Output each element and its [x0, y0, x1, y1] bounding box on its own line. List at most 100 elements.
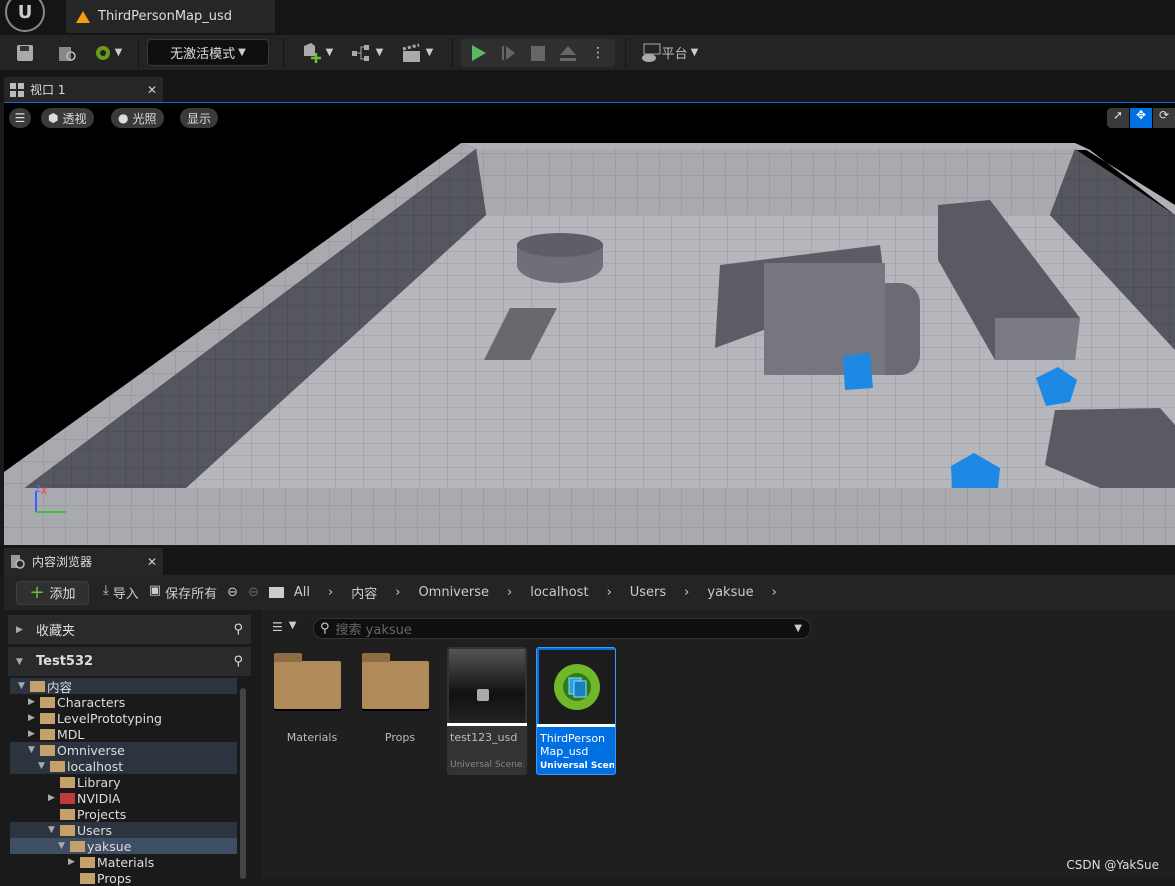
more-options-icon[interactable]: ⋮	[591, 45, 605, 61]
chevron-right-icon[interactable]: ›	[395, 585, 400, 600]
asset-type-bar	[447, 723, 527, 726]
divider	[625, 37, 626, 68]
back-wall-top	[461, 143, 1090, 150]
mode-dropdown[interactable]: 无激活模式 ▼	[147, 39, 269, 66]
axis-x-label: X	[41, 487, 48, 497]
asset-thumbnail	[449, 649, 525, 723]
filter-button[interactable]: ☰ ▼	[272, 620, 296, 634]
chevron-down-icon[interactable]: ▼	[48, 825, 60, 835]
tree-item-label: Characters	[57, 694, 126, 710]
tree-item[interactable]: ▶ NVIDIA	[10, 790, 237, 806]
tree-item-label: NVIDIA	[77, 790, 121, 806]
cinematics-button[interactable]: ▼	[392, 39, 442, 67]
close-icon[interactable]: ✕	[147, 555, 157, 569]
breadcrumb-item[interactable]: All	[294, 585, 310, 600]
chevron-right-icon[interactable]: ▶	[28, 697, 40, 707]
add-actor-icon	[303, 42, 321, 63]
save-button[interactable]	[0, 39, 50, 67]
breadcrumb-item[interactable]: localhost	[530, 585, 588, 600]
asset-tile[interactable]: test123_usd Universal Scene...	[447, 647, 527, 775]
search-input[interactable]: ⚲ 搜索 yaksue ▼	[313, 618, 811, 639]
search-icon[interactable]: ⚲	[233, 654, 243, 669]
folder-icon	[60, 808, 75, 820]
layout-grid-icon	[10, 82, 24, 97]
chevron-down-icon: ▼	[325, 47, 334, 58]
rotate-tool-icon[interactable]: ⟳	[1153, 108, 1175, 128]
step-button[interactable]	[501, 44, 517, 62]
breadcrumb-item[interactable]: Users	[630, 585, 666, 600]
lighting-button[interactable]: ● 光照	[111, 108, 164, 128]
select-tool-icon[interactable]: ➚	[1107, 108, 1129, 128]
folder-icon	[60, 824, 75, 836]
folder-icon	[60, 776, 75, 788]
project-section[interactable]: ▼ Test532 ⚲	[8, 647, 251, 676]
import-label: 导入	[112, 587, 139, 602]
breadcrumb-item[interactable]: 内容	[351, 583, 377, 602]
save-icon	[17, 44, 33, 61]
chevron-down-icon[interactable]: ▼	[58, 841, 70, 851]
forward-icon[interactable]: ⊖	[248, 585, 259, 600]
perspective-button[interactable]: ⬢ 透视	[41, 108, 94, 128]
chevron-right-icon[interactable]: ›	[772, 585, 777, 600]
chevron-down-icon[interactable]: ▼	[28, 745, 40, 755]
favorites-section[interactable]: ▶ 收藏夹 ⚲	[8, 615, 251, 644]
tree-item[interactable]: Props	[10, 870, 237, 886]
tree-item[interactable]: Projects	[10, 806, 237, 822]
stop-button[interactable]	[531, 45, 545, 61]
chevron-down-icon: ▼	[288, 620, 297, 631]
tree-item[interactable]: ▼ localhost	[10, 758, 237, 774]
close-icon[interactable]: ✕	[147, 83, 157, 97]
document-tab[interactable]: ThirdPersonMap_usd	[66, 0, 275, 33]
add-button[interactable]: + 添加	[16, 580, 89, 605]
viewport-menu-button[interactable]: ☰	[9, 108, 31, 128]
add-actor-button[interactable]: ▼	[292, 39, 342, 67]
chevron-down-icon[interactable]: ▼	[794, 623, 802, 634]
folder-icon	[50, 760, 65, 772]
save-all-button[interactable]: ▣ 保存所有	[149, 583, 217, 602]
chevron-right-icon[interactable]: ›	[507, 585, 512, 600]
content-browser-tab[interactable]: 内容浏览器 ✕	[4, 548, 163, 575]
tree-item[interactable]: ▼ yaksue	[10, 838, 237, 854]
chevron-down-icon: ▼	[690, 47, 699, 58]
tree-item[interactable]: ▼ Users	[10, 822, 237, 838]
save-all-label: 保存所有	[165, 587, 218, 602]
breadcrumb-item[interactable]: yaksue	[707, 585, 753, 600]
chevron-right-icon[interactable]: ▶	[28, 713, 40, 723]
show-button[interactable]: 显示	[180, 108, 219, 128]
tree-item[interactable]: ▼ 内容	[10, 678, 237, 695]
play-button[interactable]	[471, 44, 487, 62]
tree-item-label: localhost	[67, 758, 124, 774]
chevron-right-icon[interactable]: ▶	[48, 793, 60, 803]
tree-item[interactable]: ▼ Omniverse	[10, 742, 237, 758]
chevron-right-icon[interactable]: ›	[607, 585, 612, 600]
eject-button[interactable]	[559, 45, 577, 61]
back-icon[interactable]: ⊖	[227, 585, 238, 600]
browse-button[interactable]	[50, 39, 86, 67]
mode-toggle-button[interactable]: ▼	[86, 39, 130, 67]
platform-button[interactable]: 平台 ▼	[634, 39, 704, 67]
move-tool-icon[interactable]: ✥	[1130, 108, 1152, 128]
tree-item[interactable]: ▶ Materials	[10, 854, 237, 870]
folder-tile[interactable]: Materials	[272, 647, 352, 775]
tree-scrollbar[interactable]	[240, 688, 246, 879]
tree-item[interactable]: ▶ Characters	[10, 694, 237, 710]
chevron-right-icon[interactable]: ▶	[28, 729, 40, 739]
chevron-down-icon[interactable]: ▼	[18, 681, 30, 691]
breadcrumb-item[interactable]: Omniverse	[418, 585, 489, 600]
level-viewport[interactable]: X Z ☰ ⬢ 透视 ● 光照 显示 ➚ ✥ ⟳	[4, 103, 1175, 545]
tree-item[interactable]: ▶ LevelPrototyping	[10, 710, 237, 726]
chevron-right-icon[interactable]: ›	[328, 585, 333, 600]
asset-tile-selected[interactable]: ThirdPerson Map_usd Universal Scene...	[536, 647, 616, 775]
tree-item[interactable]: Library	[10, 774, 237, 790]
search-icon[interactable]: ⚲	[233, 622, 243, 637]
folder-tile[interactable]: Props	[360, 647, 440, 775]
viewport-tab[interactable]: 视口 1 ✕	[4, 77, 163, 102]
viewport-tab-label: 视口 1	[30, 83, 66, 97]
asset-thumbnail	[539, 650, 615, 724]
import-button[interactable]: ⤓ 导入	[103, 583, 139, 602]
chevron-down-icon[interactable]: ▼	[38, 761, 50, 771]
chevron-right-icon[interactable]: ›	[684, 585, 689, 600]
chevron-right-icon[interactable]: ▶	[68, 857, 80, 867]
blueprint-button[interactable]: ▼	[342, 39, 392, 67]
tree-item[interactable]: ▶ MDL	[10, 726, 237, 742]
